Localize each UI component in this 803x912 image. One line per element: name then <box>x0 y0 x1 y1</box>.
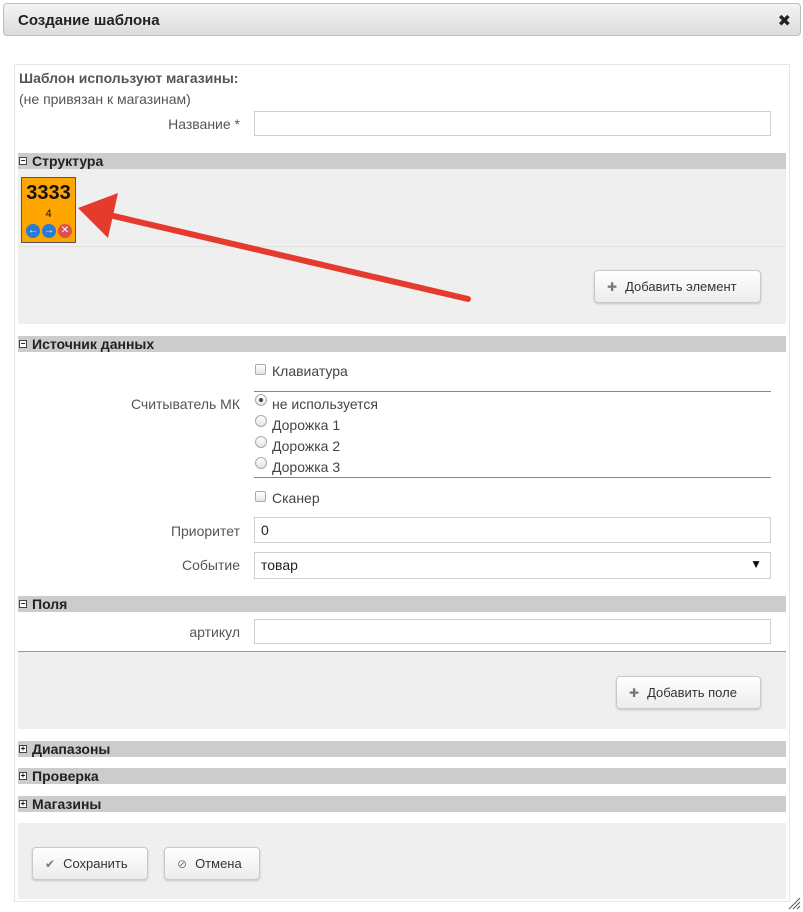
reader-option: Дорожка 3 <box>272 459 341 475</box>
section-datasource-header[interactable]: − Источник данных <box>18 336 786 352</box>
expand-icon[interactable]: + <box>19 800 27 808</box>
section-title: Источник данных <box>32 336 155 352</box>
section-title: Магазины <box>32 796 102 812</box>
cancel-label: Отмена <box>195 856 242 871</box>
plus-icon: ✚ <box>629 686 640 700</box>
expand-icon[interactable]: + <box>19 745 27 753</box>
section-check-header[interactable]: + Проверка <box>18 768 786 784</box>
reader-radio-none[interactable] <box>255 394 267 406</box>
save-label: Сохранить <box>63 856 128 871</box>
reader-option: не используется <box>272 396 379 412</box>
divider <box>254 477 771 478</box>
event-value: товар <box>261 557 298 573</box>
section-shops-header[interactable]: + Магазины <box>18 796 786 812</box>
article-input[interactable] <box>254 619 771 644</box>
cancel-button[interactable]: ⊘ Отмена <box>164 847 260 880</box>
event-select[interactable]: товар ▼ <box>254 552 771 579</box>
scanner-checkbox[interactable] <box>255 491 266 502</box>
expand-icon[interactable]: + <box>19 772 27 780</box>
priority-label: Приоритет <box>170 523 240 539</box>
collapse-icon[interactable]: − <box>19 340 27 348</box>
reader-radio-track2[interactable] <box>255 436 267 448</box>
checkmark-icon: ✔ <box>45 857 56 871</box>
dropdown-arrow-icon: ▼ <box>750 557 762 571</box>
article-label: артикул <box>189 624 240 640</box>
reader-radio-track1[interactable] <box>255 415 267 427</box>
collapse-icon[interactable]: − <box>19 600 27 608</box>
add-element-label: Добавить элемент <box>625 279 737 294</box>
reader-label: Считыватель МК <box>130 396 240 412</box>
scanner-label: Сканер <box>272 490 320 506</box>
priority-input[interactable] <box>254 517 771 543</box>
add-field-label: Добавить поле <box>647 685 737 700</box>
keyboard-label: Клавиатура <box>272 363 348 379</box>
reader-option: Дорожка 2 <box>272 438 341 454</box>
section-title: Поля <box>32 596 68 612</box>
save-button[interactable]: ✔ Сохранить <box>32 847 148 880</box>
divider <box>254 391 771 392</box>
add-field-button[interactable]: ✚ Добавить поле <box>616 676 761 709</box>
cancel-icon: ⊘ <box>177 857 188 871</box>
section-ranges-header[interactable]: + Диапазоны <box>18 741 786 757</box>
add-element-button[interactable]: ✚ Добавить элемент <box>594 270 761 303</box>
section-title: Диапазоны <box>32 741 111 757</box>
event-label: Событие <box>182 557 240 573</box>
section-title: Проверка <box>32 768 99 784</box>
resize-grip-icon[interactable] <box>787 896 801 910</box>
keyboard-checkbox[interactable] <box>255 364 266 375</box>
reader-radio-track3[interactable] <box>255 457 267 469</box>
reader-option: Дорожка 1 <box>272 417 341 433</box>
section-fields-header[interactable]: − Поля <box>18 596 786 612</box>
plus-icon: ✚ <box>607 280 618 294</box>
